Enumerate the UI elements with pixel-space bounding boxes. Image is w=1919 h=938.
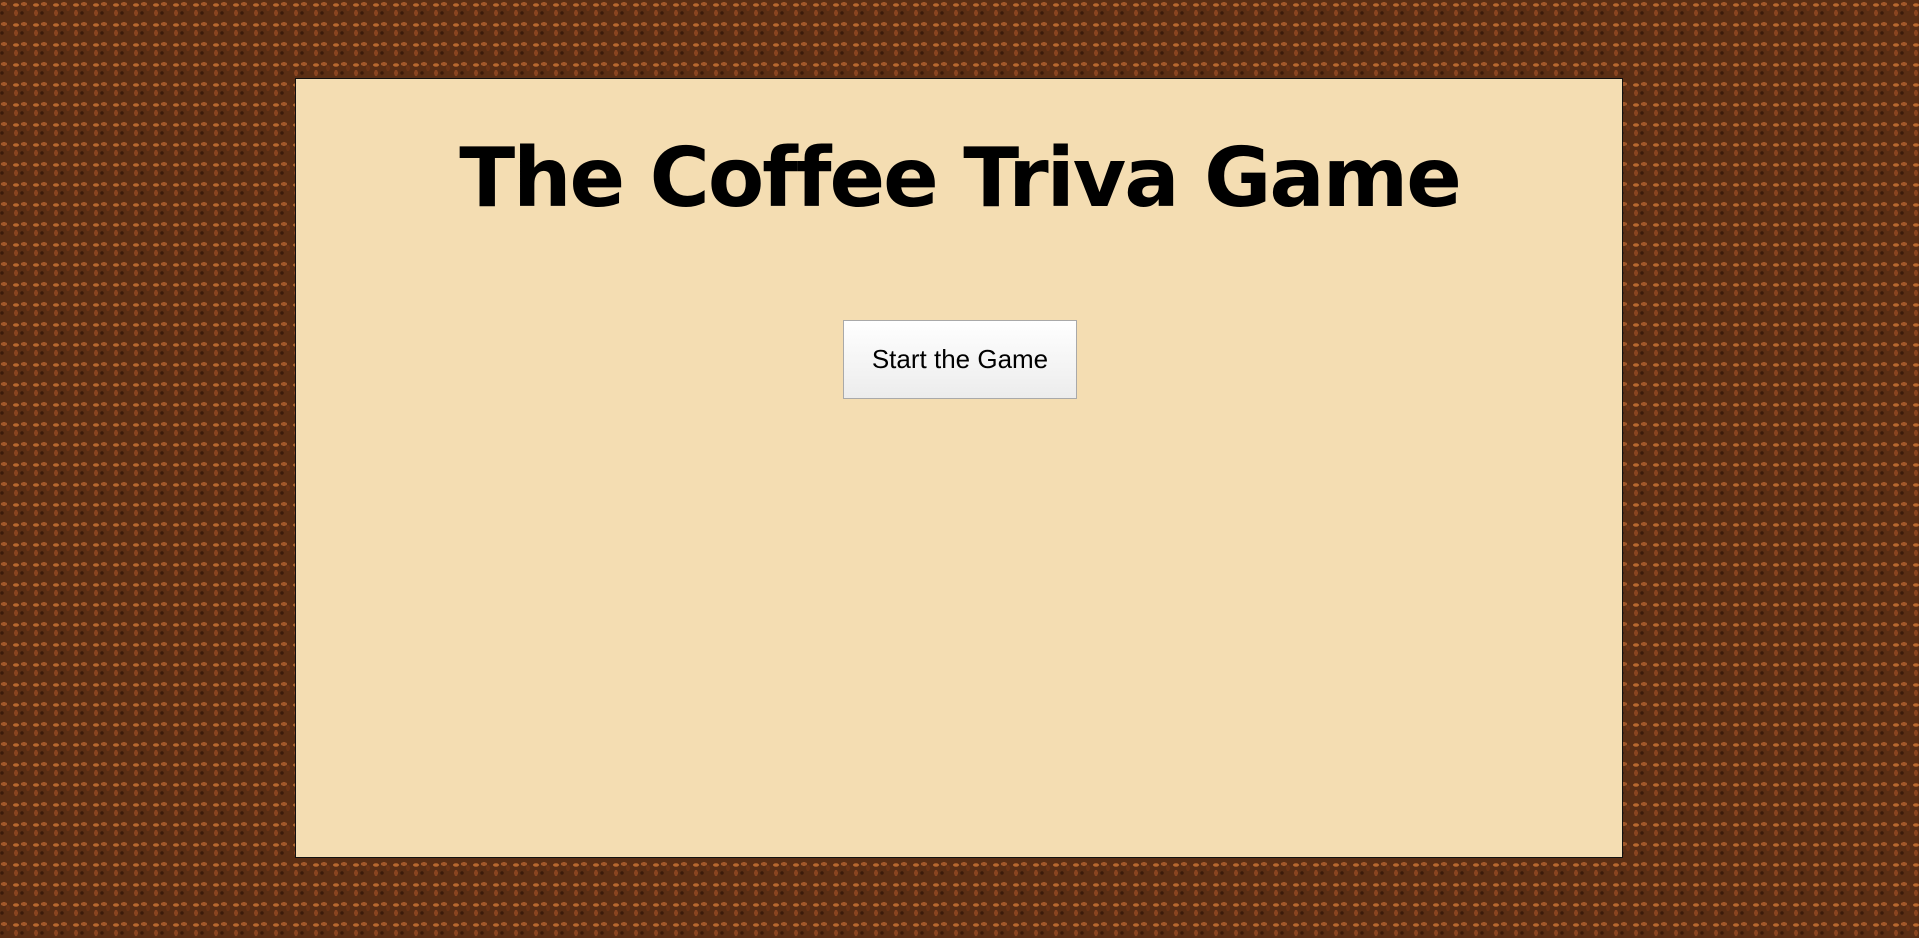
- page-title: The Coffee Triva Game: [459, 131, 1462, 226]
- page-background: { "page": { "title": "The Coffee Triva G…: [0, 0, 1919, 938]
- start-game-button[interactable]: Start the Game: [843, 320, 1077, 399]
